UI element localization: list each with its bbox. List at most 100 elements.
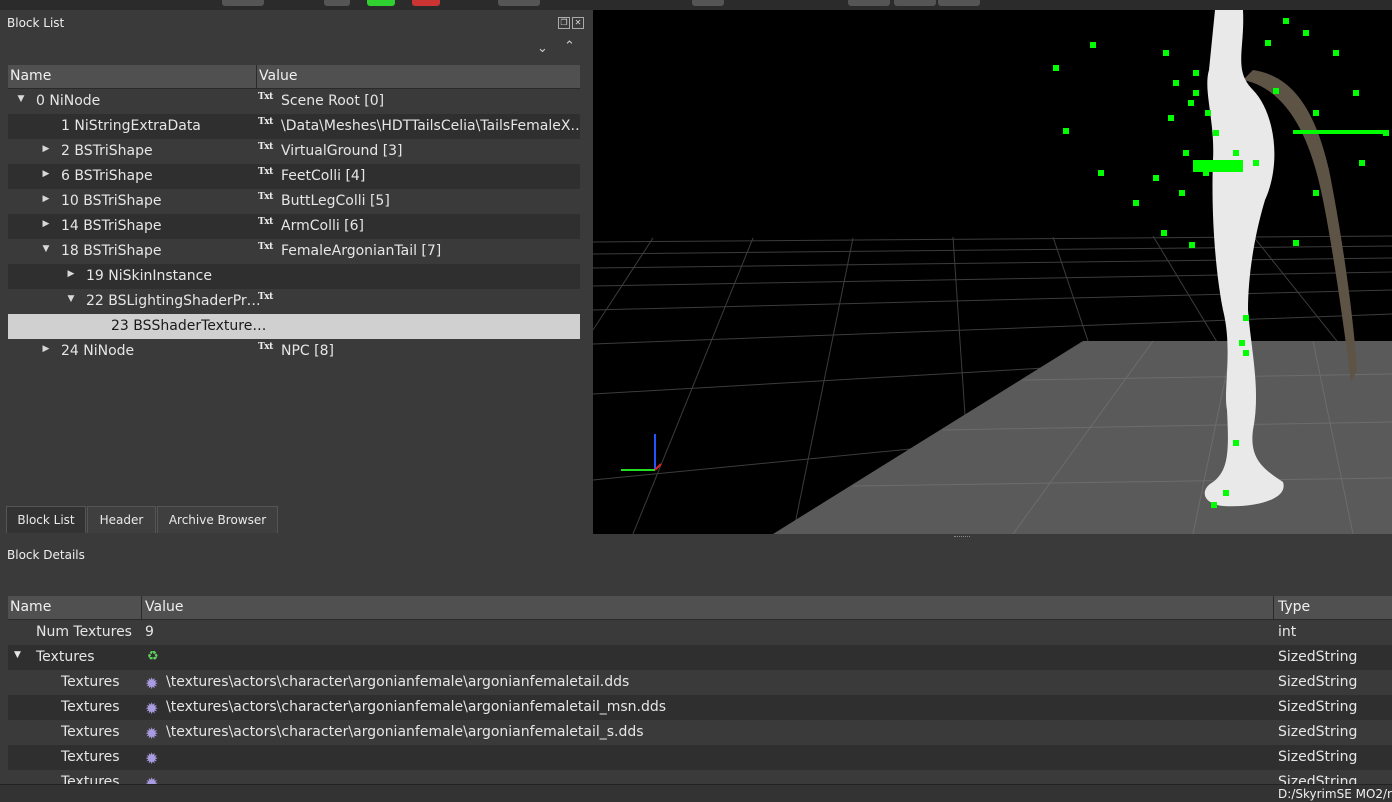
- gear-icon[interactable]: ✹: [145, 749, 158, 768]
- tab-archive-browser[interactable]: Archive Browser: [157, 506, 278, 533]
- tree-row[interactable]: ▼ 22 BSLightingShaderPr… Txt: [8, 289, 580, 314]
- tree-row[interactable]: ▶ 10 BSTriShape Txt ButtLegColli [5]: [8, 189, 580, 214]
- column-header-value[interactable]: Value: [145, 599, 183, 615]
- toolbar-button-active[interactable]: [367, 0, 395, 6]
- toolbar-button[interactable]: [324, 0, 350, 6]
- cycle-icon[interactable]: ♻: [147, 649, 159, 664]
- gear-icon[interactable]: ✹: [145, 674, 158, 693]
- tree-row-name: 10 BSTriShape: [61, 193, 162, 209]
- toolbar-button[interactable]: [412, 0, 440, 6]
- details-value[interactable]: 9: [145, 624, 154, 640]
- tree-row[interactable]: 23 BSShaderTexture…: [8, 314, 580, 339]
- panel-splitter[interactable]: [0, 534, 1392, 542]
- tree-row-name: 22 BSLightingShaderPr…: [86, 293, 261, 309]
- details-name: Textures: [61, 724, 120, 740]
- tree-collapsed-icon[interactable]: ▶: [41, 344, 51, 354]
- float-icon[interactable]: ❐: [558, 17, 570, 29]
- tree-row-value: NPC [8]: [281, 343, 334, 359]
- tree-expanded-icon[interactable]: ▼: [41, 244, 51, 254]
- tree-row-value: FemaleArgonianTail [7]: [281, 243, 442, 259]
- details-value[interactable]: \textures\actors\character\argonianfemal…: [166, 674, 629, 690]
- details-row[interactable]: Textures ✹ \textures\actors\character\argo…: [8, 670, 1392, 695]
- column-header-type[interactable]: Type: [1278, 599, 1310, 615]
- tree-row-value: ButtLegColli [5]: [281, 193, 390, 209]
- tree-row[interactable]: ▼ 0 NiNode Txt Scene Root [0]: [8, 89, 580, 114]
- tree-row[interactable]: ▶ 2 BSTriShape Txt VirtualGround [3]: [8, 139, 580, 164]
- details-value[interactable]: \textures\actors\character\argonianfemal…: [166, 724, 644, 740]
- column-header-value[interactable]: Value: [259, 68, 297, 84]
- tree-expanded-icon[interactable]: ▼: [14, 650, 21, 660]
- block-list-tabbar: Block List Header Archive Browser: [0, 504, 590, 534]
- column-header-name[interactable]: Name: [10, 599, 51, 615]
- toolbar-button[interactable]: [222, 0, 264, 6]
- details-name: Textures: [61, 749, 120, 765]
- tree-row[interactable]: ▶ 6 BSTriShape Txt FeetColli [4]: [8, 164, 580, 189]
- tree-row[interactable]: ▼ 18 BSTriShape Txt FemaleArgonianTail [7]: [8, 239, 580, 264]
- details-row[interactable]: Textures ✹ \textures\actors\character\argo…: [8, 695, 1392, 720]
- tab-header[interactable]: Header: [87, 506, 156, 533]
- tree-row-value: FeetColli [4]: [281, 168, 366, 184]
- toolbar-button[interactable]: [692, 0, 724, 6]
- details-type: SizedString: [1278, 749, 1358, 765]
- column-header-name[interactable]: Name: [10, 68, 51, 84]
- tree-collapsed-icon[interactable]: ▶: [41, 169, 51, 179]
- tree-collapsed-icon[interactable]: ▶: [41, 144, 51, 154]
- details-value[interactable]: \textures\actors\character\argonianfemal…: [166, 699, 666, 715]
- tree-row-name: 23 BSShaderTexture…: [111, 318, 267, 334]
- tree-row-name: 19 NiSkinInstance: [86, 268, 212, 284]
- details-type: SizedString: [1278, 674, 1358, 690]
- txt-icon: Txt: [258, 292, 273, 302]
- tree-expanded-icon[interactable]: ▼: [66, 294, 76, 304]
- details-type: SizedString: [1278, 699, 1358, 715]
- details-name: Textures: [36, 649, 95, 665]
- close-icon[interactable]: ✕: [572, 17, 584, 29]
- txt-icon: Txt: [258, 342, 273, 352]
- tree-row-name: 6 BSTriShape: [61, 168, 153, 184]
- tree-collapsed-icon[interactable]: ▶: [66, 269, 76, 279]
- gear-icon[interactable]: ✹: [145, 699, 158, 718]
- details-row[interactable]: Textures ✹ SizedString: [8, 770, 1392, 784]
- details-name: Textures: [61, 674, 120, 690]
- tree-row-name: 18 BSTriShape: [61, 243, 162, 259]
- block-list-title: Block List: [7, 16, 65, 30]
- details-type: SizedString: [1278, 774, 1358, 784]
- toolbar-button[interactable]: [498, 0, 540, 6]
- status-path: D:/SkyrimSE MO2/r: [1278, 787, 1392, 801]
- details-row[interactable]: ▼ Textures ♻ SizedString: [8, 645, 1392, 670]
- tree-row[interactable]: ▶ 19 NiSkinInstance: [8, 264, 580, 289]
- tree-row-value: VirtualGround [3]: [281, 143, 403, 159]
- block-list-panel: Block List ❐ ✕ ⌄ ⌃ Name Value ▼ 0 NiNode T…: [0, 10, 590, 534]
- txt-icon: Txt: [258, 142, 273, 152]
- tree-collapsed-icon[interactable]: ▶: [41, 194, 51, 204]
- scene-render: [593, 10, 1392, 534]
- toolbar-button[interactable]: [938, 0, 980, 6]
- details-row[interactable]: Num Textures 9 int: [8, 620, 1392, 645]
- details-type: SizedString: [1278, 724, 1358, 740]
- render-viewport[interactable]: [593, 10, 1392, 534]
- tree-collapsed-icon[interactable]: ▶: [41, 219, 51, 229]
- tree-row[interactable]: 1 NiStringExtraData Txt \Data\Meshes\HDTTa…: [8, 114, 580, 139]
- tree-expanded-icon[interactable]: ▼: [16, 94, 26, 104]
- gear-icon[interactable]: ✹: [145, 724, 158, 743]
- block-tree: Name Value ▼ 0 NiNode Txt Scene Root [0] 1 N…: [8, 65, 580, 505]
- tab-block-list[interactable]: Block List: [6, 506, 86, 533]
- expand-all-icon[interactable]: ⌄: [537, 41, 548, 56]
- gear-icon[interactable]: ✹: [145, 774, 158, 784]
- collapse-all-icon[interactable]: ⌃: [564, 39, 575, 54]
- toolbar-button[interactable]: [848, 0, 890, 6]
- toolbar-button[interactable]: [894, 0, 936, 6]
- details-name: Num Textures: [36, 624, 132, 640]
- details-row[interactable]: Textures ✹ SizedString: [8, 745, 1392, 770]
- toolbar: [0, 0, 1392, 10]
- tree-row-name: 14 BSTriShape: [61, 218, 162, 234]
- tree-row[interactable]: ▶ 24 NiNode Txt NPC [8]: [8, 339, 580, 364]
- txt-icon: Txt: [258, 217, 273, 227]
- details-row[interactable]: Textures ✹ \textures\actors\character\argo…: [8, 720, 1392, 745]
- details-type: int: [1278, 624, 1297, 640]
- txt-icon: Txt: [258, 242, 273, 252]
- tree-row-name: 0 NiNode: [36, 93, 101, 109]
- txt-icon: Txt: [258, 117, 273, 127]
- txt-icon: Txt: [258, 192, 273, 202]
- tree-row[interactable]: ▶ 14 BSTriShape Txt ArmColli [6]: [8, 214, 580, 239]
- details-type: SizedString: [1278, 649, 1358, 665]
